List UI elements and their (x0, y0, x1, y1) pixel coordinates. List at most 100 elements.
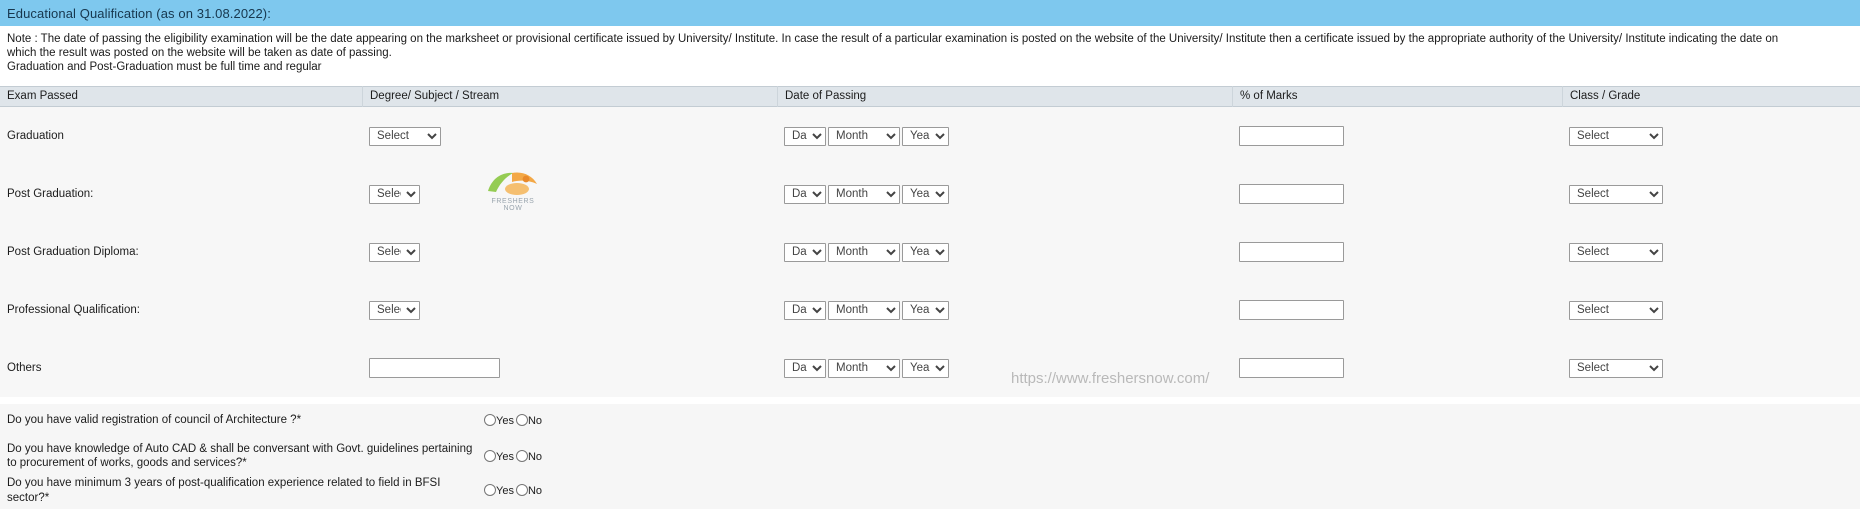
row-class-cell: Select (1562, 223, 1860, 281)
radio-option-yes[interactable]: Yes (484, 484, 514, 497)
row-class-cell: Select (1562, 339, 1860, 397)
row-marks-cell (1232, 223, 1562, 281)
row-label: Others (7, 362, 42, 374)
table-header-row: Exam Passed Degree/ Subject / Stream Dat… (0, 86, 1860, 107)
education-table: Exam Passed Degree/ Subject / Stream Dat… (0, 86, 1860, 397)
percent-marks-input[interactable] (1239, 184, 1344, 204)
radio-yes-label[interactable]: Yes (496, 486, 514, 497)
day-select[interactable]: Day (784, 242, 826, 262)
url-watermark: https://www.freshersnow.com/ (1011, 370, 1210, 387)
row-marks-cell (1232, 107, 1562, 165)
table-row: Post Graduation Diploma: Select Day Mont… (0, 223, 1860, 281)
date-of-passing-group: Day Month Year (784, 300, 949, 320)
radio-yes-label[interactable]: Yes (496, 451, 514, 463)
page-root: Educational Qualification (as on 31.08.2… (0, 0, 1860, 509)
month-select[interactable]: Month (828, 358, 900, 378)
row-label: Post Graduation Diploma: (7, 246, 139, 258)
row-date-cell: Day Month Year (777, 281, 1232, 339)
month-select[interactable]: Month (828, 300, 900, 320)
radio-option-no[interactable]: No (515, 414, 542, 427)
row-class-cell: Select (1562, 107, 1860, 165)
date-of-passing-group: Day Month Year (784, 126, 949, 146)
question-text: Do you have minimum 3 years of post-qual… (7, 477, 441, 504)
percent-marks-input[interactable] (1239, 300, 1344, 320)
row-exam-cell: Post Graduation: (0, 165, 362, 223)
radio-yes-input[interactable] (484, 414, 496, 426)
percent-marks-input[interactable] (1239, 358, 1344, 378)
day-select[interactable]: Day (784, 358, 826, 378)
day-select[interactable]: Day (784, 300, 826, 320)
table-row: Others Day Month Year Select (0, 339, 1860, 397)
question-radio-group: Yes No (484, 414, 544, 427)
row-degree-cell (362, 339, 777, 397)
percent-marks-input[interactable] (1239, 126, 1344, 146)
percent-marks-input[interactable] (1239, 242, 1344, 262)
question-row: Do you have knowledge of Auto CAD & shal… (0, 437, 1860, 475)
column-header-date-of-passing: Date of Passing (777, 86, 1232, 107)
radio-yes-input[interactable] (484, 484, 496, 496)
year-select[interactable]: Year (902, 242, 949, 262)
radio-no-input[interactable] (515, 414, 528, 426)
class-grade-select[interactable]: Select (1569, 358, 1663, 378)
day-select[interactable]: Day (784, 184, 826, 204)
question-row: Do you have valid registration of counci… (0, 404, 1860, 437)
question-text: Do you have knowledge of Auto CAD & shal… (7, 442, 473, 470)
question-radio-group: Yes No (484, 484, 544, 497)
day-select[interactable]: Day (784, 126, 826, 146)
row-class-cell: Select (1562, 281, 1860, 339)
question-row: Do you have minimum 3 years of post-qual… (0, 475, 1860, 506)
note-line-2: which the result was posted on the websi… (7, 47, 392, 60)
radio-no-input[interactable] (515, 449, 528, 462)
degree-select[interactable]: Select (369, 300, 420, 320)
column-header-degree: Degree/ Subject / Stream (362, 86, 777, 107)
row-marks-cell (1232, 281, 1562, 339)
logo-mark-icon (482, 165, 544, 197)
table-row: Post Graduation: Select Day Month Year S… (0, 165, 1860, 223)
others-degree-input[interactable] (369, 358, 500, 378)
degree-select[interactable]: Select (369, 126, 441, 146)
note-line-3: Graduation and Post-Graduation must be f… (7, 61, 322, 74)
row-date-cell: Day Month Year (777, 339, 1232, 397)
radio-option-yes[interactable]: Yes (484, 449, 514, 463)
date-of-passing-group: Day Month Year (784, 358, 949, 378)
radio-option-no[interactable]: No (515, 449, 542, 463)
radio-no-label[interactable]: No (528, 451, 542, 463)
row-date-cell: Day Month Year (777, 107, 1232, 165)
radio-option-no[interactable]: No (515, 484, 542, 497)
row-degree-cell: Select (362, 107, 777, 165)
row-date-cell: Day Month Year (777, 223, 1232, 281)
row-class-cell: Select (1562, 165, 1860, 223)
column-header-exam-passed: Exam Passed (7, 90, 78, 102)
questions-section: Do you have valid registration of counci… (0, 404, 1860, 509)
row-degree-cell: Select (362, 281, 777, 339)
radio-no-label[interactable]: No (528, 416, 542, 427)
class-grade-select[interactable]: Select (1569, 242, 1663, 262)
class-grade-select[interactable]: Select (1569, 126, 1663, 146)
month-select[interactable]: Month (828, 242, 900, 262)
radio-yes-label[interactable]: Yes (496, 416, 514, 427)
radio-no-input[interactable] (515, 484, 528, 496)
class-grade-select[interactable]: Select (1569, 300, 1663, 320)
row-label: Graduation (7, 130, 64, 142)
year-select[interactable]: Year (902, 126, 949, 146)
row-marks-cell (1232, 339, 1562, 397)
section-header-bar: Educational Qualification (as on 31.08.2… (0, 0, 1860, 26)
year-select[interactable]: Year (902, 358, 949, 378)
row-exam-cell: Others (0, 339, 362, 397)
month-select[interactable]: Month (828, 184, 900, 204)
radio-option-yes[interactable]: Yes (484, 414, 514, 427)
degree-select[interactable]: Select (369, 242, 420, 262)
logo-brand-text: FRESHERS NOW (491, 198, 535, 212)
note-block: Note : The date of passing the eligibili… (0, 26, 1860, 79)
year-select[interactable]: Year (902, 184, 949, 204)
radio-no-label[interactable]: No (528, 486, 542, 497)
degree-select[interactable]: Select (369, 184, 420, 204)
month-select[interactable]: Month (828, 126, 900, 146)
row-exam-cell: Graduation (0, 107, 362, 165)
column-header-percent-marks: % of Marks (1232, 86, 1562, 107)
radio-yes-input[interactable] (484, 449, 496, 462)
row-marks-cell (1232, 165, 1562, 223)
class-grade-select[interactable]: Select (1569, 184, 1663, 204)
year-select[interactable]: Year (902, 300, 949, 320)
table-row: Graduation Select Day Month Year Select (0, 107, 1860, 165)
